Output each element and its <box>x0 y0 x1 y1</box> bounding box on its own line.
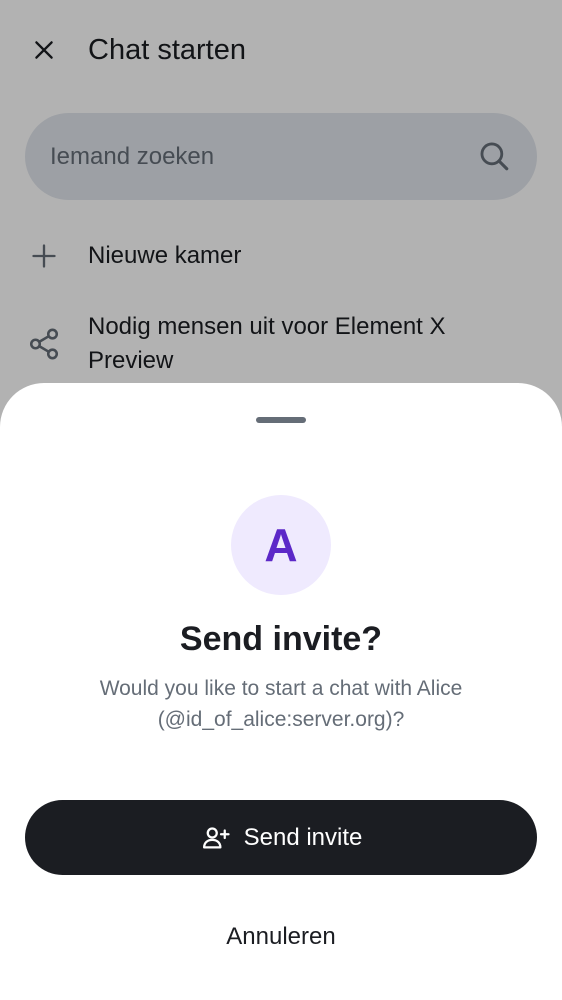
avatar: A <box>231 495 331 595</box>
cancel-button[interactable]: Annuleren <box>25 900 537 974</box>
bottom-sheet: A Send invite? Would you like to start a… <box>0 383 562 1000</box>
dialog-title: Send invite? <box>179 620 383 658</box>
drag-handle[interactable] <box>256 417 306 423</box>
send-invite-label: Send invite <box>243 823 363 851</box>
dialog-message: Would you like to start a chat with Alic… <box>99 677 463 731</box>
cancel-label: Annuleren <box>226 923 336 950</box>
send-invite-button[interactable]: Send invite <box>25 800 537 875</box>
add-user-icon <box>200 822 232 854</box>
